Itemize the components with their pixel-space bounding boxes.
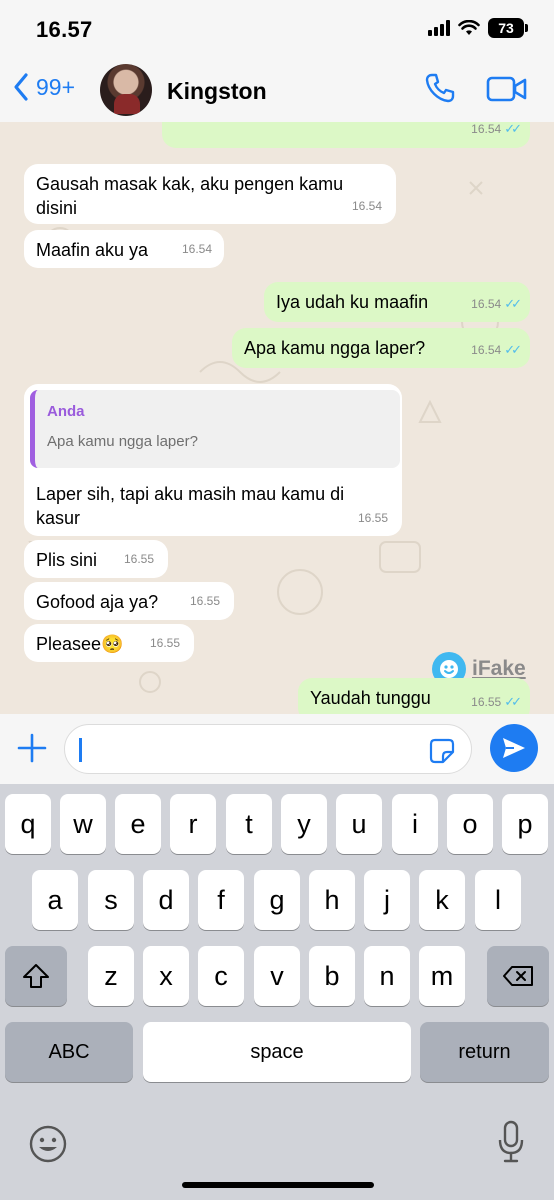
message-text: Gofood aja ya? [36, 592, 159, 612]
message-time: 16.55 [149, 636, 180, 650]
chat-header: 99+ Kingston [0, 60, 554, 122]
quote-author: Anda [47, 403, 85, 420]
key-a[interactable]: a [32, 870, 78, 930]
message-time: 16.55 [189, 594, 220, 608]
message-time: 16.55 [357, 511, 388, 525]
message-incoming[interactable]: Gofood aja ya? 16.55 [24, 582, 234, 620]
message-input-bar [0, 714, 554, 784]
key-m[interactable]: m [419, 946, 465, 1006]
key-l[interactable]: l [475, 870, 521, 930]
quote-text: Apa kamu ngga laper? [47, 433, 198, 450]
plus-icon[interactable] [16, 732, 48, 764]
message-meta: 16.54 ✓✓ [471, 292, 522, 316]
message-text: Plis sini [36, 550, 98, 570]
key-i[interactable]: i [392, 794, 438, 854]
message-meta: 16.55 ✓✓ [471, 690, 522, 714]
shift-key[interactable] [5, 946, 67, 1006]
emoji-icon[interactable] [28, 1124, 68, 1164]
home-indicator[interactable] [182, 1182, 374, 1188]
video-call-icon[interactable] [486, 74, 528, 104]
message-time: 16.54 [471, 297, 502, 311]
on-screen-keyboard: q w e r t y u i o p a s d f g h j k l z … [0, 784, 554, 1200]
message-text: Yaudah tunggu [310, 688, 431, 708]
message-text: Pleasee🥺 [36, 634, 124, 654]
key-b[interactable]: b [309, 946, 355, 1006]
text-cursor [79, 738, 82, 762]
key-s[interactable]: s [88, 870, 134, 930]
abc-key[interactable]: ABC [5, 1022, 133, 1082]
message-outgoing[interactable]: 16.54 ✓✓ [162, 122, 530, 148]
backspace-key[interactable] [487, 946, 549, 1006]
status-time: 16.57 [36, 17, 93, 42]
space-key[interactable]: space [143, 1022, 411, 1082]
chevron-left-icon [14, 73, 28, 101]
status-icons: 73 [428, 18, 528, 38]
message-time: 16.55 [123, 552, 154, 566]
message-meta: 16.54 ✓✓ [471, 122, 522, 141]
message-outgoing[interactable]: Apa kamu ngga laper? 16.54 ✓✓ [232, 328, 530, 368]
key-q[interactable]: q [5, 794, 51, 854]
key-c[interactable]: c [198, 946, 244, 1006]
message-meta: 16.54 ✓✓ [471, 338, 522, 362]
key-p[interactable]: p [502, 794, 548, 854]
message-time: 16.54 [181, 242, 212, 256]
key-g[interactable]: g [254, 870, 300, 930]
message-incoming[interactable]: Plis sini 16.55 [24, 540, 168, 578]
key-r[interactable]: r [170, 794, 216, 854]
message-incoming-reply[interactable]: Anda Apa kamu ngga laper? Laper sih, tap… [24, 384, 402, 536]
key-e[interactable]: e [115, 794, 161, 854]
chat-area[interactable]: 16.54 ✓✓ Gausah masak kak, aku pengen ka… [0, 122, 554, 714]
double-check-icon: ✓✓ [504, 296, 522, 311]
backspace-icon [503, 966, 533, 986]
message-time: 16.54 [471, 343, 502, 357]
double-check-icon: ✓✓ [504, 694, 522, 709]
key-z[interactable]: z [88, 946, 134, 1006]
key-h[interactable]: h [309, 870, 355, 930]
key-y[interactable]: y [281, 794, 327, 854]
message-time: 16.54 [351, 199, 382, 213]
unread-count: 99+ [36, 73, 76, 100]
key-n[interactable]: n [364, 946, 410, 1006]
send-icon [503, 738, 525, 758]
key-d[interactable]: d [143, 870, 189, 930]
sticker-icon[interactable] [429, 738, 455, 764]
message-time: 16.55 [471, 695, 502, 709]
avatar[interactable] [100, 64, 152, 116]
message-outgoing[interactable]: Yaudah tunggu 16.55 ✓✓ [298, 678, 530, 714]
send-button[interactable] [490, 724, 538, 772]
message-outgoing[interactable]: Iya udah ku maafin 16.54 ✓✓ [264, 282, 530, 322]
key-j[interactable]: j [364, 870, 410, 930]
status-bar: 16.57 73 [0, 0, 554, 60]
key-v[interactable]: v [254, 946, 300, 1006]
back-button[interactable]: 99+ [12, 72, 75, 102]
key-o[interactable]: o [447, 794, 493, 854]
key-x[interactable]: x [143, 946, 189, 1006]
microphone-icon[interactable] [498, 1120, 524, 1164]
key-w[interactable]: w [60, 794, 106, 854]
key-t[interactable]: t [226, 794, 272, 854]
shift-icon [23, 964, 49, 988]
message-input[interactable] [64, 724, 472, 774]
battery-indicator: 73 [488, 18, 528, 38]
message-incoming[interactable]: Maafin aku ya 16.54 [24, 230, 224, 268]
message-text: Gausah masak kak, aku pengen kamu disini [36, 174, 344, 218]
message-text: Apa kamu ngga laper? [244, 338, 426, 358]
contact-name[interactable]: Kingston [167, 78, 267, 105]
key-f[interactable]: f [198, 870, 244, 930]
message-text: Laper sih, tapi aku masih mau kamu di ka… [36, 484, 345, 528]
message-incoming[interactable]: Gausah masak kak, aku pengen kamu disini… [24, 164, 396, 224]
wifi-icon [458, 20, 480, 35]
return-key[interactable]: return [420, 1022, 549, 1082]
double-check-icon: ✓✓ [504, 122, 522, 136]
message-incoming[interactable]: Pleasee🥺 16.55 [24, 624, 194, 662]
message-time: 16.54 [471, 122, 502, 136]
cellular-signal-icon [428, 20, 450, 36]
quoted-message[interactable]: Anda Apa kamu ngga laper? [30, 390, 400, 468]
double-check-icon: ✓✓ [504, 342, 522, 357]
message-text: Iya udah ku maafin [276, 292, 429, 312]
key-u[interactable]: u [336, 794, 382, 854]
phone-call-icon[interactable] [424, 72, 456, 104]
message-text: Maafin aku ya [36, 240, 149, 260]
key-k[interactable]: k [419, 870, 465, 930]
